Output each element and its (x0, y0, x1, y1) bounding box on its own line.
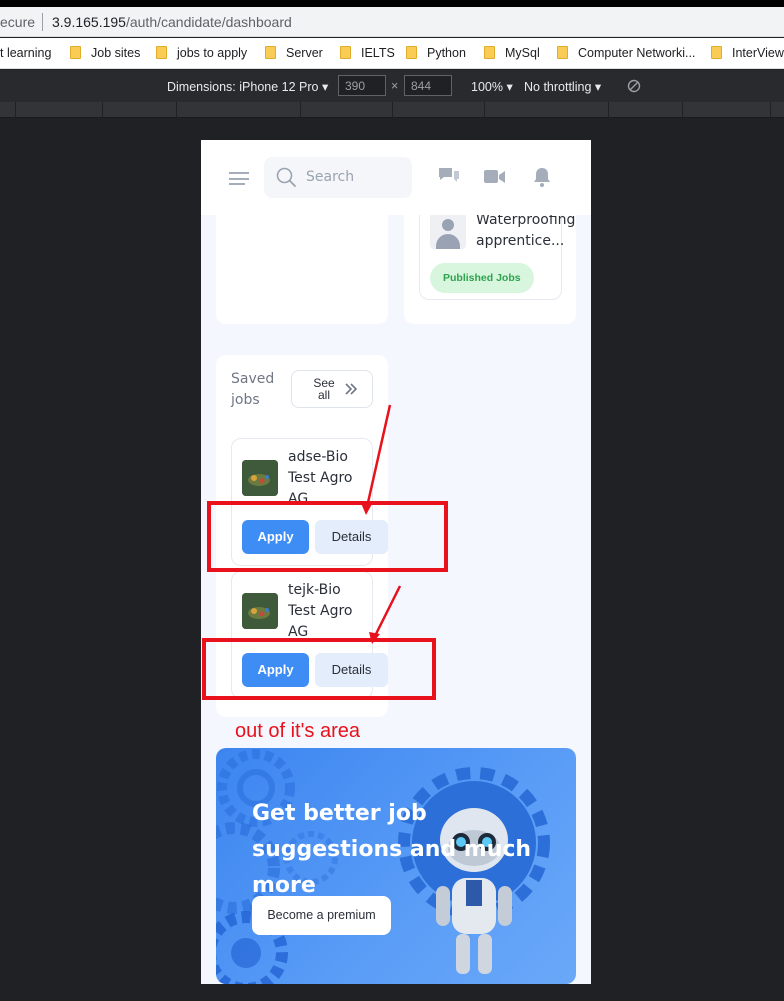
see-all-button[interactable]: See all (291, 370, 373, 408)
rotate-icon[interactable] (627, 79, 641, 93)
notification-bell-icon[interactable] (531, 166, 553, 188)
bookmark-folder[interactable]: MySql (484, 46, 540, 60)
folder-icon (70, 46, 81, 59)
device-toolbar: Dimensions: iPhone 12 Pro ▾ 390 × 844 10… (0, 70, 784, 102)
video-call-icon[interactable] (484, 168, 506, 186)
annotation-highlight-box (202, 638, 436, 700)
url[interactable]: 3.9.165.195/auth/candidate/dashboard (52, 14, 292, 30)
company-logo (242, 593, 278, 629)
security-label: ecure (0, 14, 36, 30)
saved-jobs-title: Saved jobs (231, 371, 275, 408)
promo-headline: Get better job suggestions and much more (252, 801, 532, 898)
double-chevron-right-icon (345, 383, 358, 395)
bookmark-folder[interactable]: Job sites (70, 46, 140, 60)
bookmark-folder[interactable]: Computer Networki... (557, 46, 695, 60)
device-select[interactable]: Dimensions: iPhone 12 Pro ▾ (167, 79, 328, 94)
bookmark-folder[interactable]: Server (265, 46, 323, 60)
saved-job-title[interactable]: tejk-Bio Test Agro AG (288, 580, 368, 643)
bookmark-folder[interactable]: Python (406, 46, 466, 60)
address-divider (42, 13, 43, 31)
folder-icon (156, 46, 167, 59)
media-query-ruler (0, 102, 784, 118)
messages-icon[interactable] (437, 165, 461, 189)
folder-icon (484, 46, 495, 59)
folder-icon (265, 46, 276, 59)
folder-icon (711, 46, 722, 59)
folder-icon (406, 46, 417, 59)
user-avatar-icon (430, 213, 466, 249)
window-top-edge (0, 0, 784, 7)
annotation-label: out of it's area (235, 720, 360, 742)
stats-card (216, 200, 388, 324)
width-input[interactable]: 390 (338, 75, 386, 96)
throttling-select[interactable]: No throttling ▾ (524, 79, 601, 94)
zoom-select[interactable]: 100% ▾ (471, 79, 513, 94)
url-path: /auth/candidate/dashboard (125, 14, 292, 30)
height-input[interactable]: 844 (404, 75, 452, 96)
hamburger-menu-icon[interactable] (229, 172, 249, 186)
bookmark-item[interactable]: t learning (0, 46, 51, 60)
published-jobs-badge: Published Jobs (430, 263, 534, 293)
folder-icon (557, 46, 568, 59)
bookmarks-bar: t learning Job sites jobs to apply Serve… (0, 38, 784, 69)
dimension-times: × (391, 79, 399, 93)
search-icon (276, 167, 296, 187)
published-job-title[interactable]: Waterproofing apprentice... (476, 210, 576, 252)
bookmark-folder[interactable]: IELTS (340, 46, 395, 60)
bookmark-folder[interactable]: jobs to apply (156, 46, 247, 60)
search-placeholder: Search (306, 169, 355, 185)
search-input[interactable]: Search (264, 157, 412, 198)
premium-promo-banner: Get better job suggestions and much more… (216, 748, 576, 984)
annotation-highlight-box (207, 501, 448, 572)
app-header: Search (201, 140, 591, 215)
become-premium-button[interactable]: Become a premium (252, 896, 391, 935)
bookmark-folder[interactable]: InterView (711, 46, 784, 60)
address-bar[interactable]: ecure 3.9.165.195/auth/candidate/dashboa… (0, 7, 784, 37)
company-logo (242, 460, 278, 496)
url-host: 3.9.165.195 (52, 14, 126, 30)
folder-icon (340, 46, 351, 59)
see-all-label: See all (313, 376, 335, 402)
